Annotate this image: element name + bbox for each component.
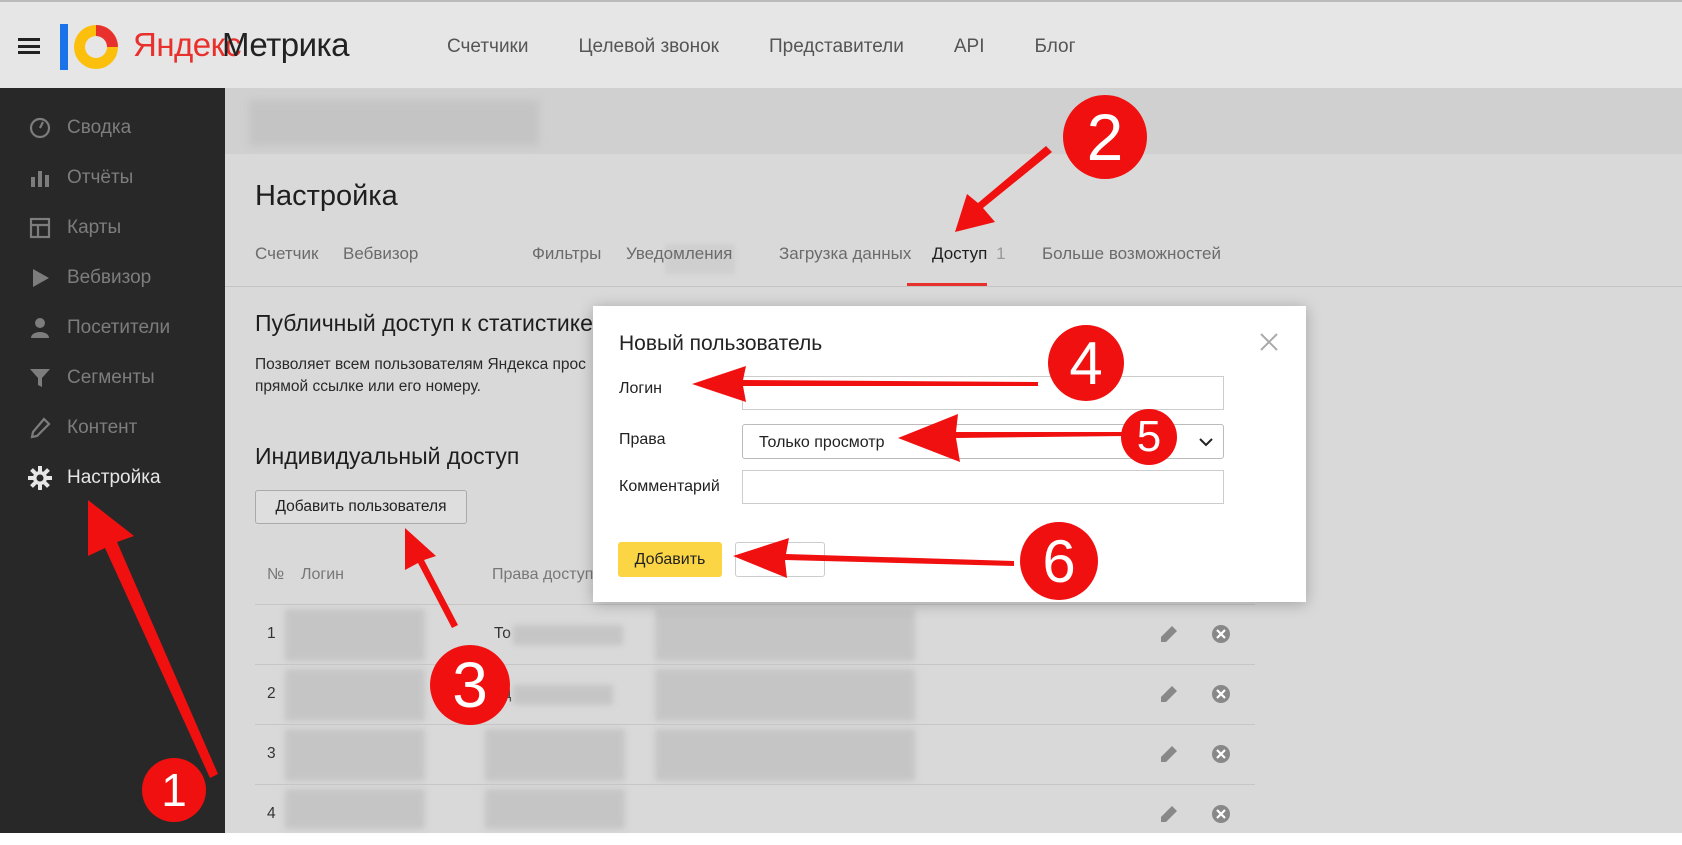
annotation-badge-4: 4 bbox=[1048, 325, 1124, 401]
annotation-badge-3: 3 bbox=[430, 645, 510, 725]
annotation-badge-1: 1 bbox=[142, 758, 206, 822]
arrow-2 bbox=[955, 146, 1052, 232]
annotation-badge-2: 2 bbox=[1063, 95, 1147, 179]
annotation-badge-5: 5 bbox=[1121, 409, 1177, 465]
annotation-badge-6: 6 bbox=[1020, 522, 1098, 600]
annotation-arrows bbox=[88, 146, 1126, 778]
arrow-6 bbox=[733, 538, 1014, 578]
arrow-3 bbox=[405, 528, 458, 628]
arrow-1 bbox=[88, 500, 218, 778]
arrow-5 bbox=[898, 414, 1126, 462]
arrow-4 bbox=[692, 366, 1038, 402]
